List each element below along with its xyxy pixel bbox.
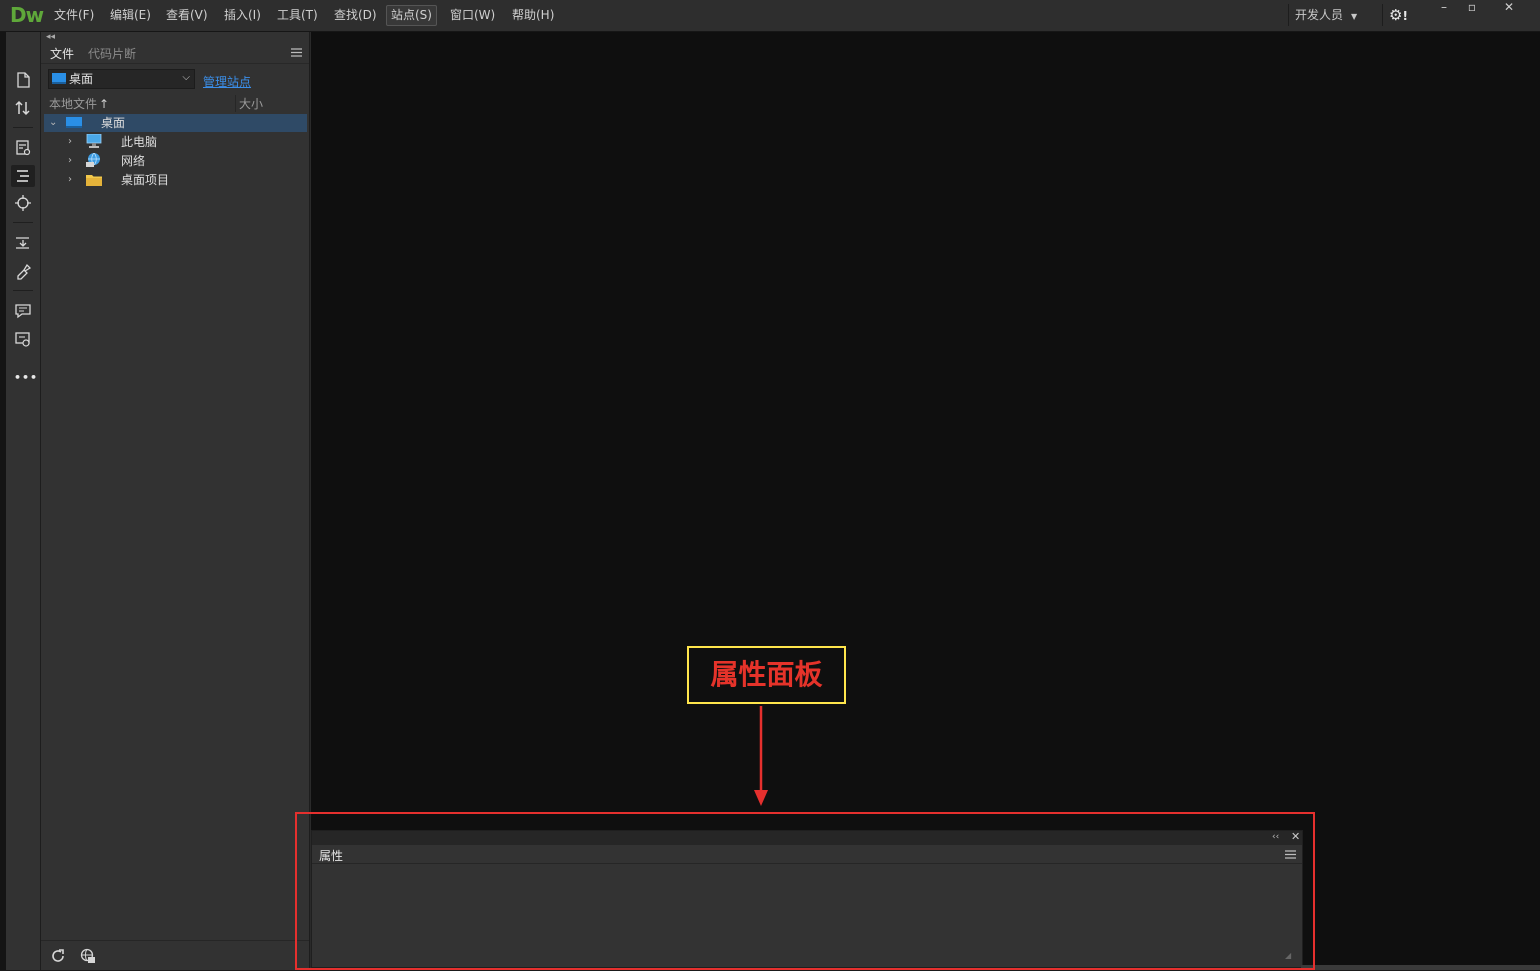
chevron-down-icon: ▼ — [1351, 12, 1358, 21]
tool-divider — [13, 127, 33, 128]
file-transfer-icon[interactable] — [14, 99, 32, 117]
workspace-label: 开发人员 — [1295, 8, 1344, 22]
column-header-size[interactable]: 大小 — [235, 95, 263, 112]
chevron-right-icon[interactable]: › — [68, 133, 72, 151]
live-view-icon[interactable] — [14, 139, 32, 157]
annotation-label: 属性面板 — [710, 658, 823, 691]
tree-item-this-pc[interactable]: › 此电脑 — [44, 133, 307, 151]
desktop-icon — [66, 117, 82, 128]
column-header-local-files[interactable]: 本地文件 ↑ — [49, 95, 109, 112]
panel-menu-icon[interactable] — [291, 48, 302, 57]
collapse-panel-icon[interactable]: ‹‹ — [1272, 832, 1279, 842]
chevron-down-icon: ⌵ — [182, 72, 190, 83]
tree-item-desktop[interactable]: ⌄ 桌面 — [44, 114, 307, 132]
menu-find[interactable]: 查找(D) — [330, 6, 381, 25]
menu-file[interactable]: 文件(F) — [50, 6, 98, 25]
close-button[interactable]: ✕ — [1495, 0, 1523, 18]
computer-icon — [86, 134, 102, 148]
new-document-icon[interactable] — [14, 71, 32, 89]
resize-grip-icon[interactable]: ◢ — [1285, 951, 1291, 960]
status-strip — [1301, 965, 1540, 970]
maximize-button[interactable]: ▫ — [1458, 0, 1486, 18]
annotation-arrow-icon — [754, 706, 768, 806]
files-panel-footer — [41, 940, 309, 971]
alert-badge: ! — [1402, 9, 1408, 23]
tree-item-label: 网络 — [121, 154, 146, 168]
workspace-switcher[interactable]: 开发人员 ▼ — [1288, 4, 1357, 26]
network-icon — [86, 153, 100, 167]
tree-item-label: 桌面 — [101, 116, 126, 130]
tool-divider — [13, 290, 33, 291]
properties-panel: ‹‹ ✕ 属性 ◢ — [311, 830, 1303, 968]
site-select[interactable]: 桌面 ⌵ — [48, 69, 195, 89]
target-icon[interactable] — [14, 194, 32, 212]
menu-insert[interactable]: 插入(I) — [220, 6, 265, 25]
tree-item-label: 此电脑 — [121, 135, 158, 149]
chevron-right-icon[interactable]: › — [68, 171, 72, 189]
refresh-icon[interactable] — [50, 948, 66, 964]
menu-window[interactable]: 窗口(W) — [446, 6, 499, 25]
connect-remote-icon[interactable] — [80, 948, 96, 964]
element-transfer-icon[interactable] — [14, 234, 32, 252]
menu-bar: Dw 文件(F) 编辑(E) 查看(V) 插入(I) 工具(T) 查找(D) 站… — [0, 0, 1540, 32]
tree-item-label: 桌面项目 — [121, 173, 170, 187]
folder-icon — [86, 175, 102, 186]
tool-strip: ••• — [6, 32, 41, 970]
comment-icon[interactable] — [14, 302, 32, 320]
tab-files[interactable]: 文件 — [47, 45, 77, 63]
menu-help[interactable]: 帮助(H) — [508, 6, 558, 25]
brush-icon[interactable] — [14, 262, 32, 280]
dreamweaver-logo: Dw — [10, 3, 44, 27]
tab-divider — [312, 863, 1302, 864]
desktop-icon — [52, 73, 66, 84]
close-icon[interactable]: ✕ — [1291, 830, 1300, 843]
manage-site-link[interactable]: 管理站点 — [203, 73, 251, 90]
annotation-callout: 属性面板 — [687, 646, 846, 704]
menu-site[interactable]: 站点(S) — [386, 5, 437, 26]
chevron-right-icon[interactable]: › — [68, 152, 72, 170]
tree-item-desktop-project[interactable]: › 桌面项目 — [44, 171, 307, 189]
gear-icon: ⚙ — [1389, 6, 1403, 24]
image-comment-icon[interactable] — [14, 330, 32, 348]
column-local-label: 本地文件 — [49, 97, 98, 111]
tab-divider — [41, 63, 309, 64]
files-panel: ◂◂ 文件 代码片断 桌面 ⌵ 管理站点 本地文件 ↑ 大小 ⌄ 桌面 › 此电脑… — [41, 32, 310, 970]
tree-item-network[interactable]: › 网络 — [44, 152, 307, 170]
tool-divider — [13, 222, 33, 223]
tab-snippets[interactable]: 代码片断 — [85, 45, 139, 63]
panel-menu-icon[interactable] — [1285, 850, 1296, 859]
sort-ascending-icon: ↑ — [99, 97, 110, 111]
menu-view[interactable]: 查看(V) — [162, 6, 212, 25]
properties-titlebar[interactable]: ‹‹ ✕ — [312, 830, 1302, 845]
more-icon[interactable]: ••• — [14, 369, 37, 387]
chevron-down-icon[interactable]: ⌄ — [49, 114, 57, 132]
menu-tools[interactable]: 工具(T) — [273, 6, 322, 25]
minimize-button[interactable]: – — [1430, 0, 1458, 18]
code-outline-icon[interactable] — [11, 165, 35, 187]
collapse-panel-icon[interactable]: ◂◂ — [46, 32, 55, 42]
tab-properties[interactable]: 属性 — [319, 847, 343, 864]
settings-button[interactable]: ⚙! — [1382, 4, 1408, 26]
site-select-value: 桌面 — [69, 72, 94, 86]
menu-edit[interactable]: 编辑(E) — [106, 6, 155, 25]
